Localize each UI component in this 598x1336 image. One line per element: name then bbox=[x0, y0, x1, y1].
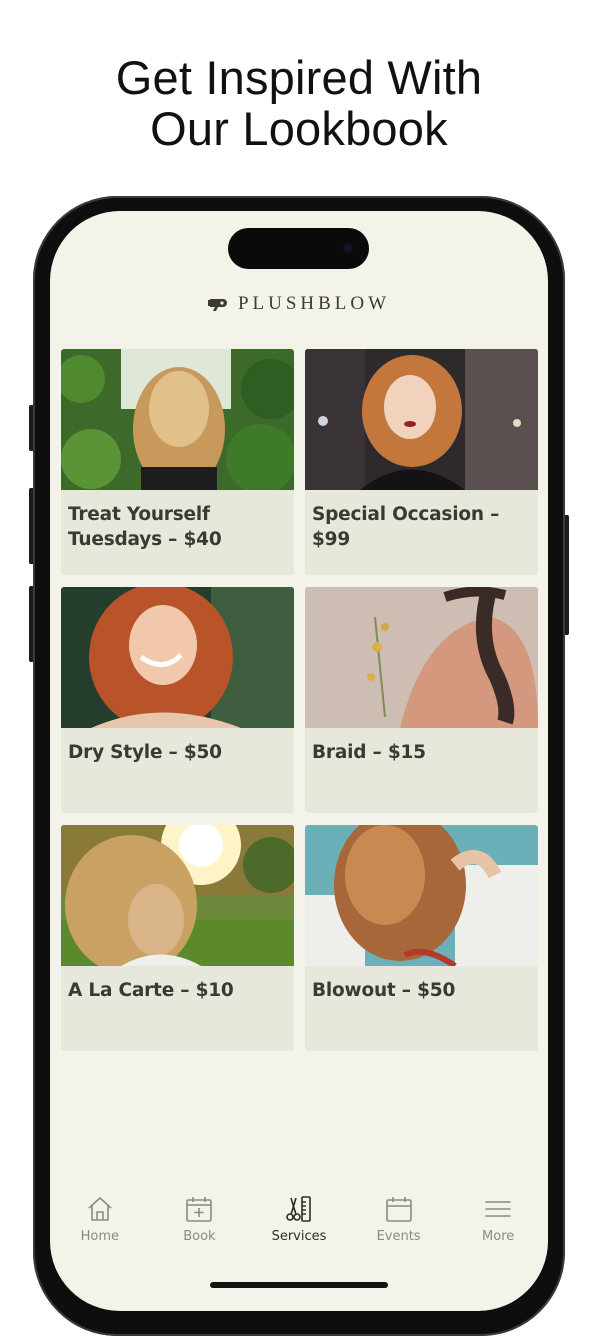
promo-headline-line-2: Our Lookbook bbox=[150, 102, 448, 155]
tab-book[interactable]: Book bbox=[150, 1189, 250, 1259]
lookbook-card-dry-style[interactable]: Dry Style – $50 bbox=[61, 587, 294, 813]
lookbook-card-special-occasion[interactable]: Special Occasion – $99 bbox=[305, 349, 538, 575]
tab-label: More bbox=[482, 1229, 515, 1244]
card-label: Dry Style – $50 bbox=[68, 742, 222, 763]
tab-events[interactable]: Events bbox=[349, 1189, 449, 1259]
menu-icon bbox=[485, 1201, 511, 1217]
tab-label: Services bbox=[271, 1229, 327, 1244]
app-logo: PLUSHBLOW bbox=[50, 291, 548, 317]
tab-services[interactable]: Services bbox=[249, 1189, 349, 1259]
promo-headline-line-1: Get Inspired With bbox=[115, 51, 483, 104]
card-label: A La Carte – $10 bbox=[68, 980, 234, 1001]
tab-label: Home bbox=[80, 1229, 119, 1244]
tab-bar: Home Book Services Events More bbox=[50, 1189, 548, 1259]
promo-headline: Get Inspired With Our Lookbook bbox=[0, 52, 598, 154]
calendar-plus-icon bbox=[186, 1197, 213, 1222]
lookbook-card-a-la-carte[interactable]: A La Carte – $10 bbox=[61, 825, 294, 1051]
dynamic-island bbox=[228, 228, 369, 269]
scissors-comb-icon bbox=[286, 1196, 311, 1222]
front-camera bbox=[341, 241, 355, 255]
lookbook-card-treat-yourself[interactable]: Treat Yourself Tuesdays – $40 bbox=[61, 349, 294, 575]
home-indicator[interactable] bbox=[210, 1282, 388, 1288]
card-label: Treat Yourself Tuesdays – $40 bbox=[68, 504, 222, 550]
card-photo bbox=[61, 825, 294, 966]
card-photo bbox=[61, 349, 294, 490]
tab-more[interactable]: More bbox=[448, 1189, 548, 1259]
card-label: Braid – $15 bbox=[312, 742, 426, 763]
card-label: Special Occasion – $99 bbox=[312, 504, 500, 550]
hair-dryer-icon bbox=[207, 299, 227, 311]
logo-text: PLUSHBLOW bbox=[237, 293, 391, 314]
tab-label: Events bbox=[376, 1229, 421, 1244]
home-icon bbox=[88, 1197, 112, 1221]
card-photo bbox=[305, 825, 538, 966]
tab-home[interactable]: Home bbox=[50, 1189, 150, 1259]
phone-screen: PLUSHBLOW Treat Yourself Tuesdays – $40 bbox=[50, 211, 548, 1311]
card-photo bbox=[61, 587, 294, 728]
tab-label: Book bbox=[183, 1229, 216, 1244]
card-photo bbox=[305, 587, 538, 728]
calendar-icon bbox=[385, 1197, 412, 1222]
card-photo bbox=[305, 349, 538, 490]
lookbook-card-braid[interactable]: Braid – $15 bbox=[305, 587, 538, 813]
lookbook-card-blowout[interactable]: Blowout – $50 bbox=[305, 825, 538, 1051]
card-label: Blowout – $50 bbox=[312, 980, 456, 1001]
